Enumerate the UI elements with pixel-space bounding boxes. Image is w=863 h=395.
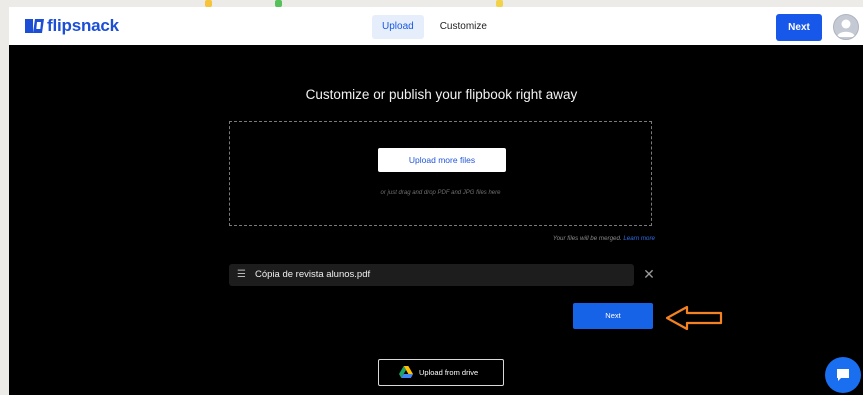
background-dot [275,0,282,7]
close-icon[interactable]: ✕ [642,267,656,281]
merge-note: Your files will be merged. Learn more [429,235,655,242]
drag-drop-hint: or just drag and drop PDF and JPG files … [380,190,501,196]
flipsnack-logo-icon [25,19,44,33]
uploaded-file-row[interactable]: ☰ Cópia de revista alunos.pdf [229,264,634,286]
drag-handle-icon[interactable]: ☰ [237,269,246,281]
google-drive-icon [399,366,413,378]
tab-upload[interactable]: Upload [372,15,424,39]
avatar-silhouette [837,19,855,37]
user-avatar-icon[interactable] [833,14,859,40]
file-dropzone[interactable]: Upload more files or just drag and drop … [229,121,652,226]
upload-panel: Customize or publish your flipbook right… [9,45,863,395]
file-name: Cópia de revista alunos.pdf [255,269,371,280]
chat-support-button[interactable] [825,357,861,393]
chat-icon [837,369,849,381]
learn-more-link[interactable]: Learn more [623,235,655,242]
next-button[interactable]: Next [573,303,653,329]
arrow-left-icon [665,305,723,331]
background-dot [496,0,503,7]
merge-note-text: Your files will be merged. [552,235,622,242]
upload-more-files-button[interactable]: Upload more files [378,148,506,172]
drive-button-label: Upload from drive [419,368,479,377]
step-tabs: Upload Customize [372,15,503,39]
page-title: Customize or publish your flipbook right… [305,87,578,102]
logo[interactable]: flipsnack [25,16,119,36]
background-dot [205,0,212,7]
upload-from-drive-button[interactable]: Upload from drive [378,359,504,386]
tab-customize[interactable]: Customize [430,15,497,39]
header-next-button[interactable]: Next [776,14,822,41]
logo-text: flipsnack [47,16,119,35]
top-bar: flipsnack Upload Customize Next [9,7,863,46]
